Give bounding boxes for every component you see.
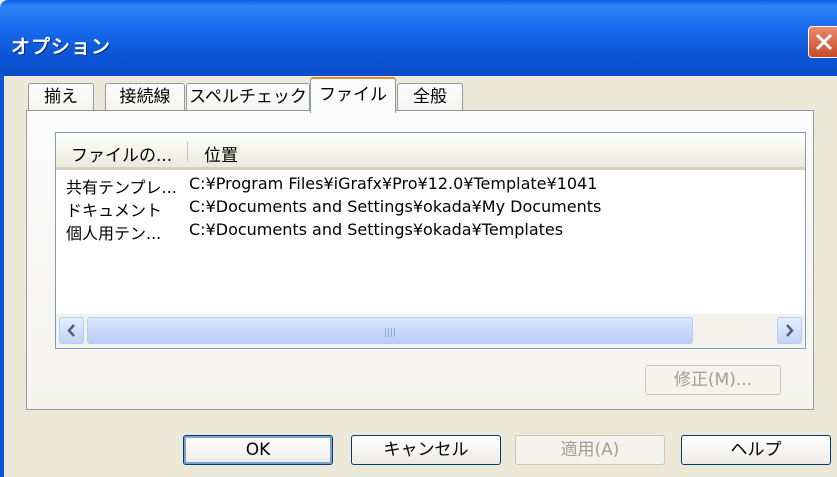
- chevron-right-icon: [786, 324, 794, 337]
- apply-button[interactable]: 適用(A): [515, 435, 665, 465]
- column-divider[interactable]: [187, 142, 188, 162]
- list-header: ファイルの... 位置: [56, 133, 805, 170]
- cancel-button[interactable]: キャンセル: [351, 435, 501, 465]
- file-locations-list[interactable]: ファイルの... 位置 共有テンプレ... C:¥Program Files¥i…: [55, 132, 806, 349]
- tab-label: 全般: [413, 87, 447, 107]
- scrollbar-thumb[interactable]: [87, 317, 693, 344]
- tab-label: 接続線: [119, 87, 171, 107]
- scroll-right-button[interactable]: [777, 317, 802, 344]
- close-button[interactable]: [808, 26, 837, 58]
- file-type-cell: ドキュメント: [66, 201, 163, 220]
- column-header-location[interactable]: 位置: [204, 141, 238, 166]
- help-button[interactable]: ヘルプ: [681, 435, 831, 465]
- location-cell: C:¥Program Files¥iGrafx¥Pro¥12.0¥Templat…: [189, 174, 598, 193]
- tab-label: スペルチェック: [189, 87, 307, 107]
- tab-spellcheck[interactable]: スペルチェック: [186, 83, 310, 111]
- tab-label: 揃え: [44, 87, 78, 107]
- horizontal-scrollbar[interactable]: [56, 314, 805, 348]
- file-type-cell: 個人用テン...: [66, 224, 162, 243]
- scroll-left-button[interactable]: [59, 317, 84, 344]
- ok-button[interactable]: OK: [183, 435, 333, 465]
- location-cell: C:¥Documents and Settings¥okada¥Template…: [189, 220, 564, 239]
- tab-general[interactable]: 全般: [397, 83, 463, 111]
- grip-icon: [383, 328, 397, 337]
- modify-button[interactable]: 修正(M)...: [645, 365, 781, 395]
- window-title: オプション: [11, 36, 112, 58]
- file-type-cell: 共有テンプレ...: [66, 178, 177, 197]
- column-header-file-type[interactable]: ファイルの...: [71, 141, 172, 166]
- tab-align[interactable]: 揃え: [28, 83, 94, 111]
- tab-connectors[interactable]: 接続線: [105, 83, 185, 111]
- tab-file[interactable]: ファイル: [310, 77, 396, 113]
- title-bar[interactable]: オプション: [0, 0, 837, 76]
- close-icon: [815, 33, 833, 51]
- tab-label: ファイル: [319, 85, 387, 105]
- chevron-left-icon: [67, 324, 75, 337]
- window-frame-left: [0, 76, 4, 477]
- location-cell: C:¥Documents and Settings¥okada¥My Docum…: [189, 197, 602, 216]
